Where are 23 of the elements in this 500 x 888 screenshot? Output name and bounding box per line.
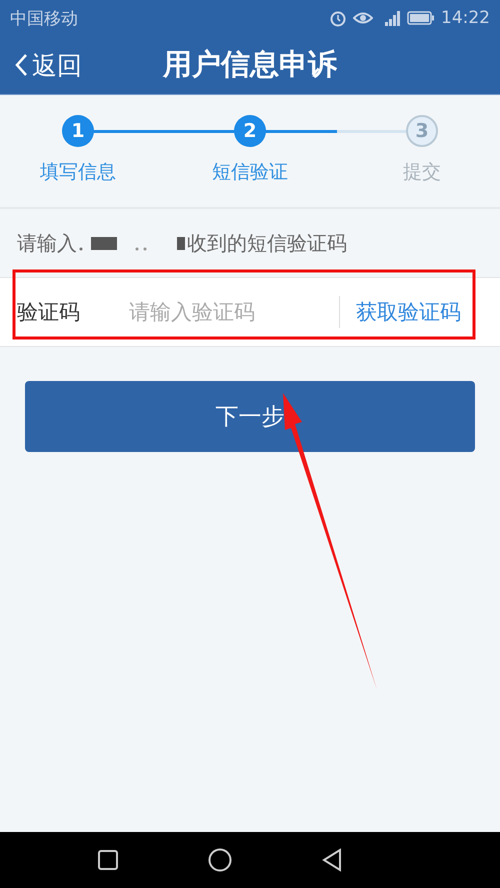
back-button[interactable]: 返回 [0,48,96,82]
step-label: 提交 [403,160,441,185]
step-label: 短信验证 [212,160,288,185]
page-title: 用户信息申诉 [163,46,337,83]
home-icon[interactable] [208,848,232,872]
clock-time: 14:22 [441,8,490,28]
eye-icon [353,11,373,25]
alarm-icon [329,9,347,27]
hint-text: 收到的短信验证码 [187,230,347,256]
step-number: 2 [234,115,266,147]
hint-text: 请输入 [17,230,77,256]
carrier-name: 中国移动 [10,8,78,30]
square-icon[interactable] [98,850,118,870]
code-input[interactable]: 请输入验证码 [127,299,331,325]
back-icon[interactable] [322,848,342,872]
next-button[interactable]: 下一步 [25,381,475,452]
step-number: 1 [62,115,94,147]
step-number: 3 [406,115,438,147]
field-label: 验证码 [17,299,81,326]
get-code-link[interactable]: 获取验证码 [356,298,461,326]
step-label: 填写信息 [40,160,116,185]
battery-icon [407,11,435,25]
chevron-left-icon [14,53,28,77]
